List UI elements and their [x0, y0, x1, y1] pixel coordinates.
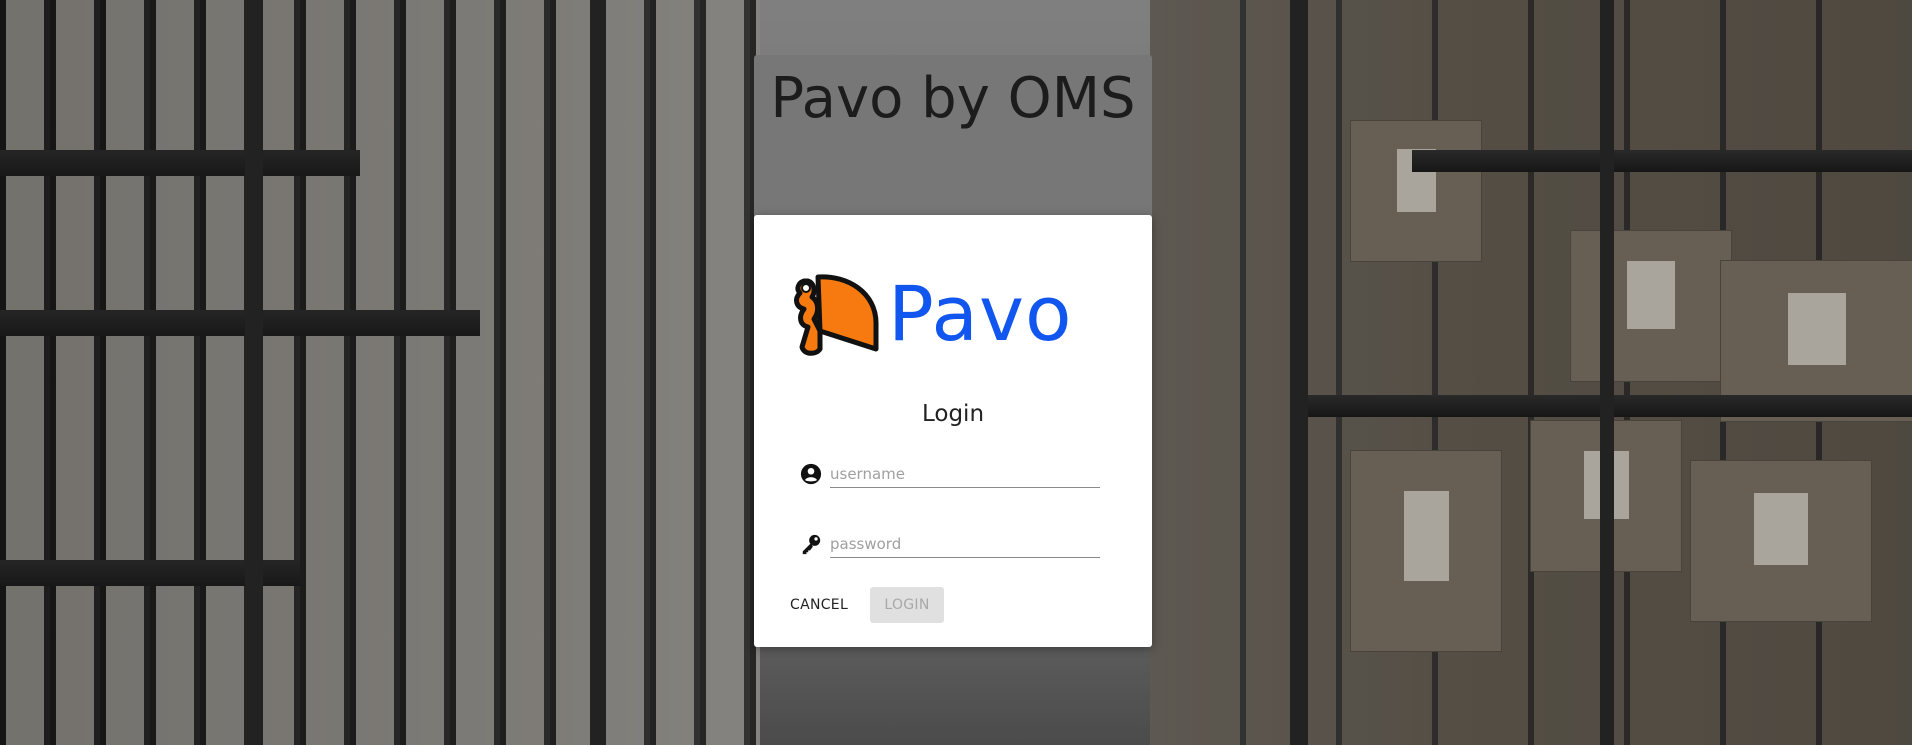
login-button[interactable]: LOGIN: [870, 587, 944, 623]
account-circle-icon: [800, 463, 822, 485]
password-field: [800, 527, 1110, 561]
title-panel: Pavo by OMS: [754, 55, 1152, 220]
login-heading: Login: [921, 401, 985, 427]
pavo-logo: Pavo: [790, 271, 1090, 361]
username-input[interactable]: [830, 461, 1100, 488]
password-input[interactable]: [830, 531, 1100, 558]
cancel-button[interactable]: CANCEL: [784, 587, 854, 623]
logo-wordmark: Pavo: [888, 269, 1073, 358]
app-title: Pavo by OMS: [770, 66, 1136, 131]
key-icon: [802, 534, 821, 555]
pavo-bird-logo-icon: [794, 274, 879, 356]
login-card: Pavo Login CANCEL LOGIN: [754, 215, 1152, 647]
username-field: [800, 457, 1110, 491]
